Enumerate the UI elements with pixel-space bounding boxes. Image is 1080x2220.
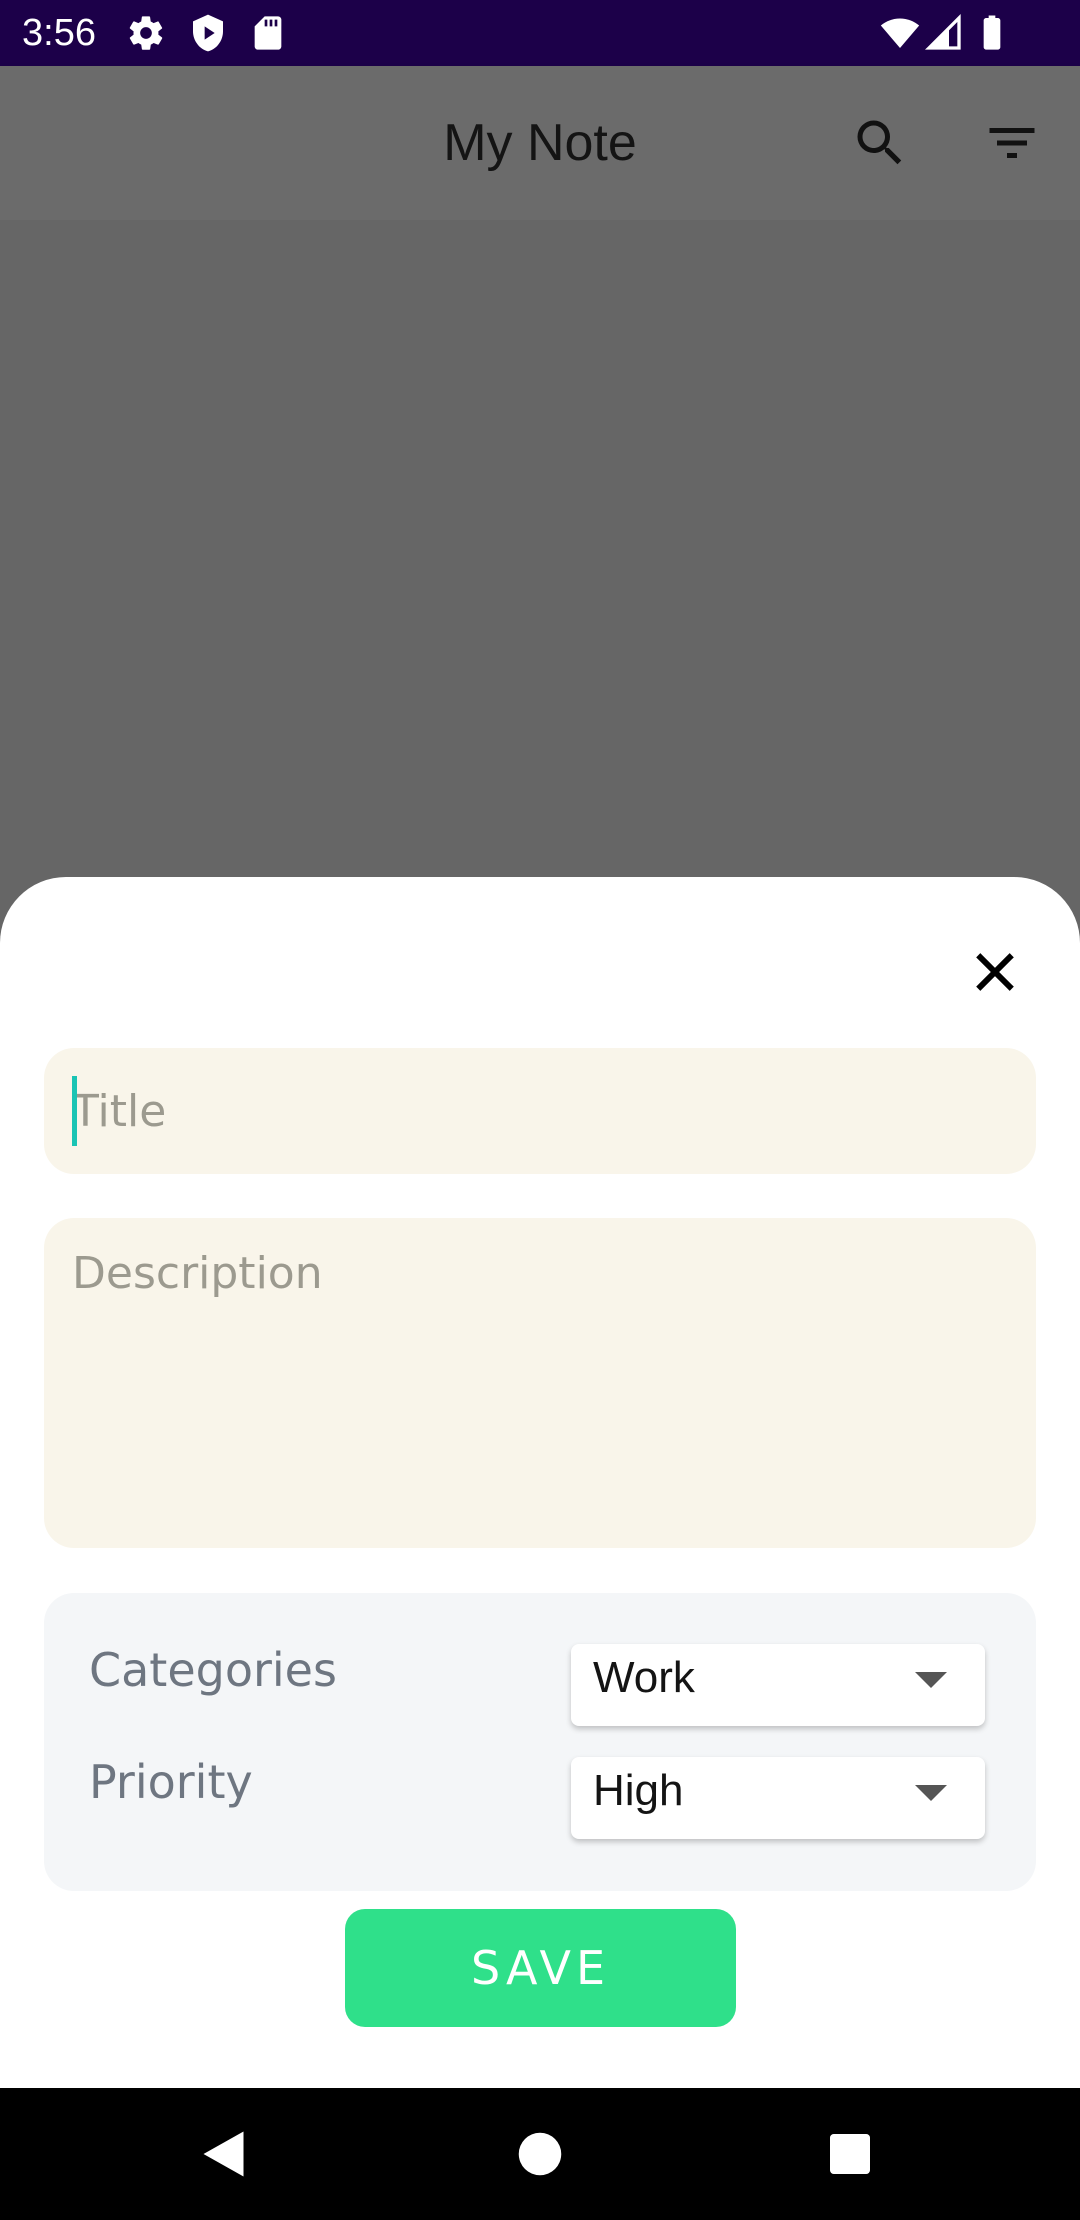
filter-icon[interactable]: [982, 113, 1042, 173]
chevron-down-icon: [915, 1672, 947, 1688]
text-cursor: [72, 1076, 77, 1146]
title-field[interactable]: [44, 1048, 1036, 1174]
save-label: SAVE: [470, 1941, 611, 1995]
chevron-down-icon: [915, 1785, 947, 1801]
title-input[interactable]: [44, 1048, 1036, 1174]
categories-label: Categories: [89, 1643, 337, 1697]
close-button[interactable]: [960, 937, 1030, 1007]
add-note-sheet: Categories Work Priority High SAVE: [0, 877, 1080, 2088]
recents-icon[interactable]: [820, 2124, 880, 2184]
home-icon[interactable]: [510, 2124, 570, 2184]
back-icon[interactable]: [196, 2124, 256, 2184]
close-icon: [976, 953, 1014, 991]
categories-value: Work: [593, 1653, 695, 1702]
signal-icon: [924, 13, 964, 53]
categories-dropdown[interactable]: Work: [571, 1644, 985, 1726]
priority-label: Priority: [89, 1755, 253, 1809]
status-time: 3:56: [22, 12, 96, 54]
search-icon[interactable]: [850, 113, 910, 173]
battery-icon: [972, 13, 1012, 53]
app-title: My Note: [443, 114, 637, 172]
description-input[interactable]: [44, 1218, 1036, 1548]
shield-play-icon: [188, 13, 228, 53]
navigation-bar: [0, 2088, 1080, 2220]
wifi-icon: [880, 13, 920, 53]
priority-dropdown[interactable]: High: [571, 1757, 985, 1839]
priority-value: High: [593, 1766, 684, 1815]
screen: 3:56 My Note Title Description Categorie…: [0, 0, 1080, 2220]
app-bar: My Note: [0, 66, 1080, 220]
save-button[interactable]: SAVE: [345, 1909, 736, 2027]
status-bar: 3:56: [0, 0, 1080, 66]
settings-icon: [126, 13, 166, 53]
options-panel: Categories Work Priority High: [44, 1593, 1036, 1891]
sd-card-icon: [248, 13, 288, 53]
description-field[interactable]: [44, 1218, 1036, 1548]
